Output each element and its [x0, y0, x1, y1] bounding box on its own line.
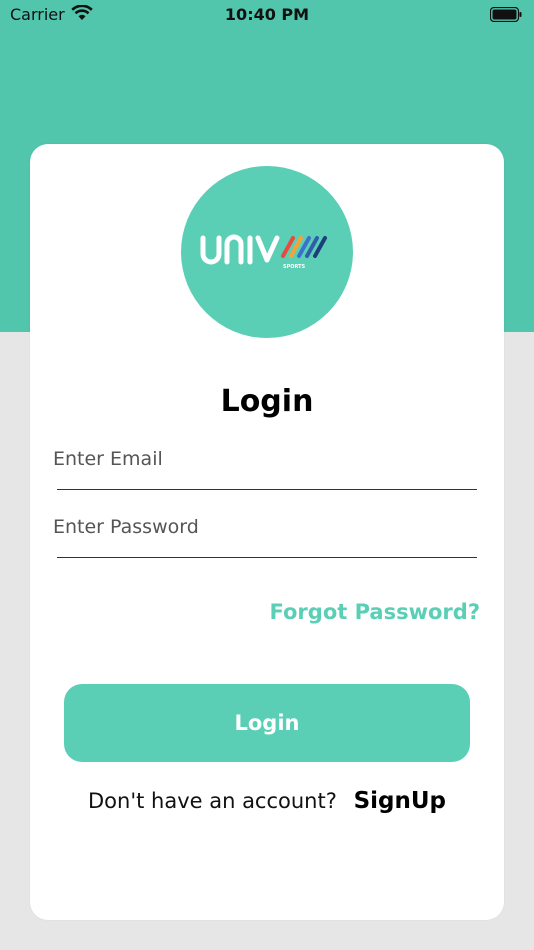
univ-sports-logo: SPORTS: [181, 166, 353, 338]
password-underline: [57, 557, 477, 558]
status-bar: Carrier 10:40 PM: [0, 0, 534, 30]
signup-row: Don't have an account? SignUp: [30, 788, 504, 814]
svg-text:SPORTS: SPORTS: [283, 264, 306, 270]
battery-icon: [489, 6, 522, 23]
password-field[interactable]: [53, 516, 477, 558]
email-underline: [57, 489, 477, 490]
login-title: Login: [220, 384, 314, 419]
forgot-password-link[interactable]: Forgot Password?: [270, 600, 480, 624]
login-card: SPORTS Login Forgot Password? Login Don'…: [30, 144, 504, 920]
status-time: 10:40 PM: [224, 5, 310, 24]
email-input[interactable]: [53, 448, 477, 470]
email-field[interactable]: [53, 448, 477, 490]
login-button[interactable]: Login: [64, 684, 470, 762]
no-account-text: Don't have an account?: [88, 789, 337, 813]
signup-link[interactable]: SignUp: [354, 788, 446, 814]
password-input[interactable]: [53, 516, 477, 538]
